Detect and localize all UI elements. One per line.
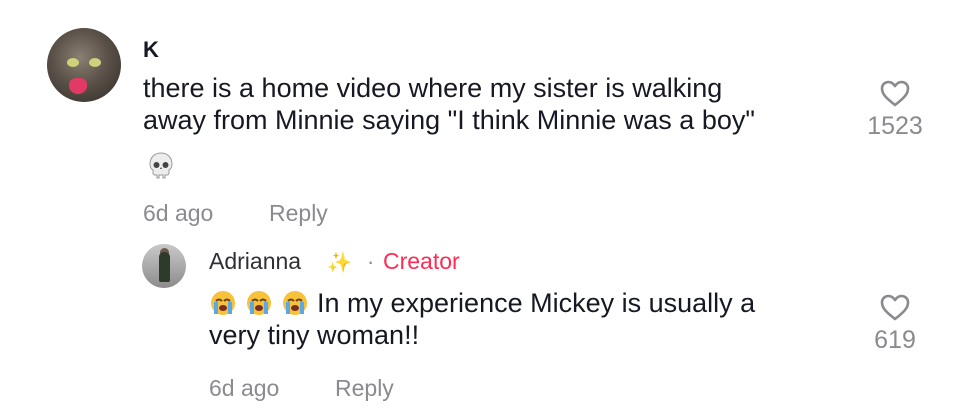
- heart-icon[interactable]: [879, 292, 911, 322]
- sparkles-icon: ✨: [327, 252, 352, 274]
- loudly-crying-face-icon: [283, 291, 307, 315]
- reply-text-line: In my experience Mickey is usually a: [317, 288, 756, 318]
- loudly-crying-face-icon: [211, 291, 235, 315]
- reply-like[interactable]: 619: [855, 292, 935, 355]
- like-count: 1523: [867, 112, 923, 140]
- reply-text: In my experience Mickey is usually a ver…: [209, 287, 849, 351]
- separator: ·: [367, 249, 375, 274]
- reply-button[interactable]: Reply: [335, 375, 394, 402]
- comment-text-line: away from Minnie saying "I think Minnie …: [143, 105, 755, 135]
- reply-text-line: very tiny woman!!: [209, 320, 420, 350]
- reply-username[interactable]: Adrianna: [209, 248, 301, 275]
- comment-text-line: there is a home video where my sister is…: [143, 73, 723, 103]
- loudly-crying-face-icon: [247, 291, 271, 315]
- heart-icon[interactable]: [879, 78, 911, 108]
- avatar[interactable]: [47, 28, 121, 102]
- comment-username[interactable]: K: [143, 37, 159, 63]
- reply-timestamp: 6d ago: [209, 375, 280, 401]
- like-count: 619: [874, 326, 916, 354]
- avatar[interactable]: [142, 244, 186, 288]
- comment-like[interactable]: 1523: [855, 78, 935, 141]
- reply-button[interactable]: Reply: [269, 200, 328, 227]
- comment-timestamp: 6d ago: [143, 200, 214, 226]
- comment-text: there is a home video where my sister is…: [143, 72, 853, 136]
- skull-icon: [149, 152, 173, 179]
- creator-badge: Creator: [383, 248, 460, 274]
